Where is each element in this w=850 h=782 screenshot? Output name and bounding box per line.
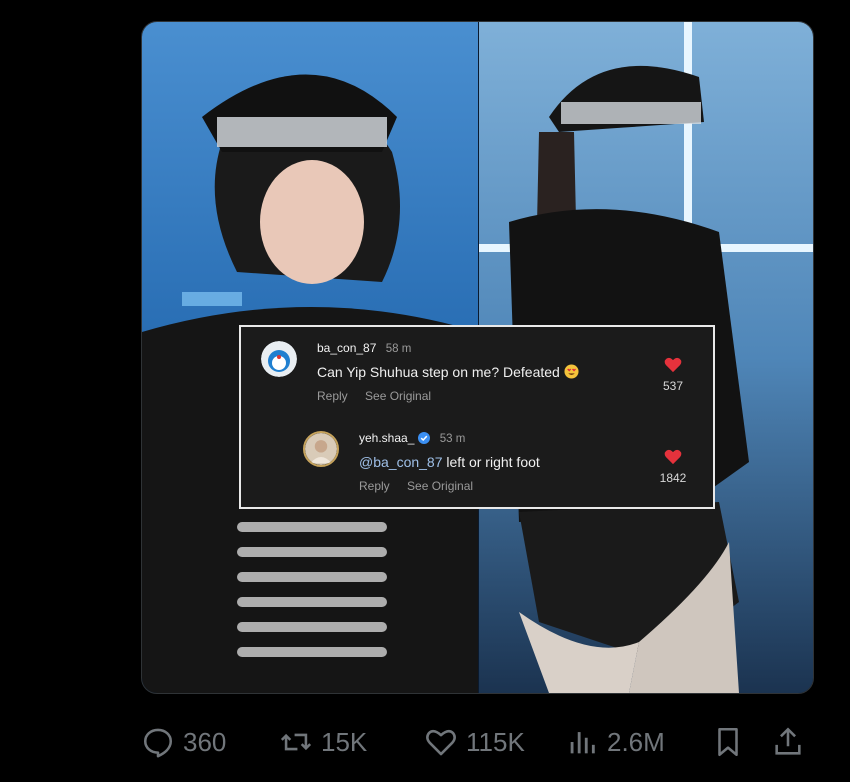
repost-icon (280, 733, 312, 751)
mention-link[interactable]: @ba_con_87 (359, 454, 443, 470)
repost-count: 15K (321, 726, 368, 757)
see-original-button[interactable]: See Original (365, 389, 431, 403)
repost-action[interactable]: 15K (279, 722, 367, 762)
bookmark-action[interactable] (711, 722, 753, 762)
comment-text: Can Yip Shuhua step on me? Defeated (317, 364, 560, 380)
comment-time: 58 m (385, 343, 412, 355)
comment-username[interactable]: ba_con_87 (317, 341, 376, 355)
like-count: 1842 (659, 471, 687, 485)
media-card[interactable]: ba_con_87 58 m Can Yip Shuhua step on me… (141, 21, 814, 694)
tweet-action-bar: 360 15K 115K 2.6M (141, 722, 812, 762)
comment-like[interactable]: 1842 (653, 449, 693, 485)
see-original-button[interactable]: See Original (407, 479, 473, 493)
comment-time: 53 m (439, 433, 466, 445)
reply-icon (143, 728, 173, 758)
heart-icon (664, 449, 682, 465)
avatar[interactable] (303, 431, 339, 467)
views-chart-icon (570, 732, 595, 754)
reply-count: 360 (183, 726, 227, 757)
reply-action[interactable]: 360 (141, 722, 226, 762)
heart-icon (664, 357, 682, 373)
verified-badge-icon (418, 432, 431, 444)
like-count: 537 (662, 379, 684, 393)
like-count-total: 115K (466, 726, 525, 757)
like-icon (426, 729, 456, 756)
comment-username[interactable]: yeh.shaa_ (359, 431, 414, 445)
comment-text: left or right foot (442, 454, 540, 470)
avatar[interactable] (261, 341, 297, 377)
comment-overlay: ba_con_87 58 m Can Yip Shuhua step on me… (239, 325, 715, 509)
reply-button[interactable]: Reply (317, 389, 348, 403)
comment-like[interactable]: 537 (653, 357, 693, 393)
heart-eyes-emoji-icon (564, 364, 579, 379)
bookmark-icon (718, 727, 738, 757)
share-action[interactable] (771, 722, 813, 762)
views-action[interactable]: 2.6M (565, 722, 665, 762)
views-count: 2.6M (607, 726, 665, 757)
reply-button[interactable]: Reply (359, 479, 390, 493)
share-icon (775, 727, 801, 755)
like-action[interactable]: 115K (424, 722, 525, 762)
